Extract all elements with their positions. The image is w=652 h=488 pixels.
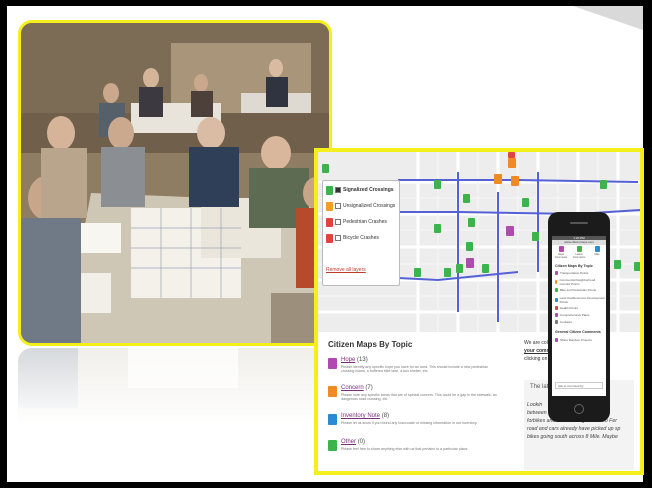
- topic-item-inventory-note[interactable]: Inventory Note (8) Please let us know if…: [328, 412, 508, 438]
- list-item[interactable]: Bike and Pedestrian Points: [555, 288, 596, 292]
- topic-description: Please note any specific areas that are …: [341, 393, 497, 401]
- topic-item-hope[interactable]: Hope (13) Please identify any specific h…: [328, 356, 508, 382]
- topic-icon: [555, 306, 558, 310]
- list-item[interactable]: Comprehensive Plans: [555, 313, 589, 317]
- topic-icon: [555, 298, 558, 302]
- topic-item-concern[interactable]: Concern (7) Please note any specific are…: [328, 384, 508, 410]
- topic-count: (8): [381, 413, 390, 419]
- legend-label: Unsignalized Crossings: [343, 203, 396, 209]
- comment-icon: [576, 246, 582, 252]
- topic-description: Please let us know if you found any inac…: [341, 421, 478, 425]
- tab-map[interactable]: Map: [588, 246, 606, 256]
- legend-label: Signalized Crossings: [343, 187, 394, 193]
- legend-label: Bicycle Crashes: [343, 235, 379, 241]
- legend-swatch-icon: [326, 233, 333, 243]
- topic-icon: [555, 313, 558, 317]
- list-item[interactable]: Share Random Projects: [555, 338, 592, 342]
- legend-swatch-icon: [326, 185, 333, 195]
- photo-reflection: [18, 348, 332, 438]
- latest-line: between: [527, 410, 547, 416]
- topic-count: (13): [357, 357, 368, 363]
- list-item[interactable]: Contacts: [555, 320, 572, 324]
- page-curl: [573, 6, 643, 30]
- topic-link[interactable]: Concern: [341, 385, 364, 391]
- topics-panel: Citizen Maps By Topic Hope (13) Please i…: [318, 332, 518, 471]
- checkbox[interactable]: [335, 187, 341, 193]
- legend-row-bicycle[interactable]: Bicycle Crashes: [326, 233, 379, 243]
- checkbox[interactable]: [335, 203, 341, 209]
- topic-count: (0): [357, 439, 366, 445]
- section-title: Citizen Maps By Topic: [555, 264, 593, 268]
- smartphone-mockup: 1:20 PM www.citizenmaps.com Hope Comment…: [548, 212, 610, 422]
- topic-icon: [555, 320, 558, 324]
- url-bar[interactable]: www.citizenmaps.com: [552, 240, 606, 245]
- topic-link[interactable]: Other: [341, 439, 356, 445]
- topic-item-other[interactable]: Other (0) Please feel free to share anyt…: [328, 438, 508, 464]
- list-item[interactable]: Transportation Points: [555, 271, 588, 275]
- map-icon: [594, 246, 600, 252]
- legend-row-unsignalized[interactable]: Unsignalized Crossings: [326, 201, 395, 211]
- concern-icon: [328, 386, 337, 397]
- topic-description: Please feel free to share anything else …: [341, 447, 469, 451]
- info-icon: [328, 414, 337, 425]
- latest-title: The lat: [530, 384, 549, 390]
- topic-icon: [555, 280, 558, 284]
- intro-line: clicking on: [524, 356, 548, 362]
- legend-swatch-icon: [326, 201, 333, 211]
- phone-tabs: Hope Comments Latest Comments Map: [552, 246, 606, 261]
- tab-label: Hope Comments: [554, 253, 568, 259]
- phone-screen: 1:20 PM www.citizenmaps.com Hope Comment…: [552, 236, 606, 396]
- intro-line: We are coll: [524, 340, 549, 346]
- hope-icon: [328, 358, 337, 369]
- tab-label: Latest Comments: [572, 253, 586, 259]
- topic-link[interactable]: Hope: [341, 357, 355, 363]
- tab-hope[interactable]: Hope Comments: [552, 246, 570, 259]
- intro-line[interactable]: your comm: [524, 348, 551, 354]
- tab-label: Map: [594, 253, 600, 256]
- checkbox[interactable]: [335, 235, 341, 241]
- section-title: General Citizen Comments: [555, 330, 601, 334]
- legend-swatch-icon: [326, 217, 333, 227]
- workshop-scene: [21, 23, 329, 343]
- list-item[interactable]: Commercial Neighborhood Corridor Points: [555, 278, 606, 286]
- legend-row-signalized[interactable]: Signalized Crossings: [326, 185, 394, 195]
- list-item[interactable]: Land Use/Economic Development Points: [555, 296, 606, 304]
- latest-line: bikes going south across 8 Mile. Maybe: [527, 434, 618, 440]
- topic-count: (7): [365, 385, 373, 391]
- workshop-photo: [18, 20, 332, 346]
- latest-line: Lookin: [527, 402, 543, 408]
- topics-title: Citizen Maps By Topic: [328, 340, 413, 349]
- tab-latest[interactable]: Latest Comments: [570, 246, 588, 259]
- home-button[interactable]: [574, 404, 584, 414]
- legend-label: Pedestrian Crashes: [343, 219, 387, 225]
- topic-icon: [555, 271, 558, 275]
- legend-row-pedestrian[interactable]: Pedestrian Crashes: [326, 217, 387, 227]
- comment-input[interactable]: Ask to comment by: [555, 382, 603, 389]
- checkbox[interactable]: [335, 219, 341, 225]
- topic-icon: [555, 288, 558, 292]
- other-icon: [328, 440, 337, 451]
- topic-description: Please identify any specific hope you ha…: [341, 365, 489, 373]
- topic-icon: [555, 338, 558, 342]
- hope-icon: [558, 246, 564, 252]
- latest-line: road and cars already have picked up sp: [527, 426, 621, 432]
- map-layer-legend: Signalized Crossings Unsignalized Crossi…: [322, 180, 400, 286]
- speaker-icon: [570, 222, 588, 224]
- topic-link[interactable]: Inventory Note: [341, 413, 380, 419]
- list-item[interactable]: Health Points: [555, 306, 578, 310]
- remove-all-layers-link[interactable]: Remove all layers: [326, 267, 366, 273]
